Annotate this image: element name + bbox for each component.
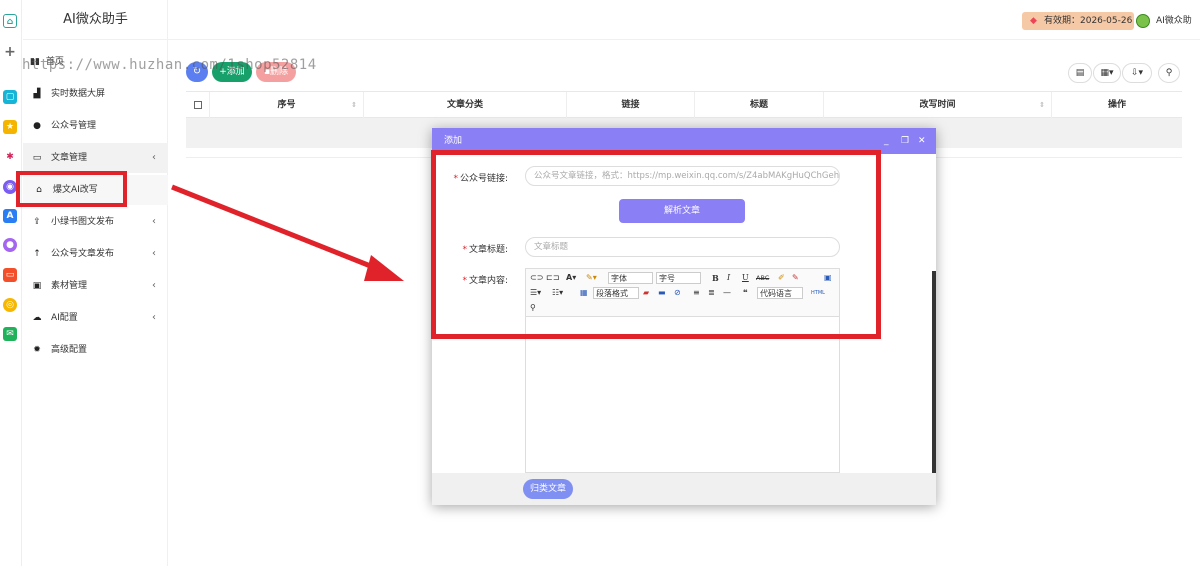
annotation-arrow (171, 184, 404, 281)
